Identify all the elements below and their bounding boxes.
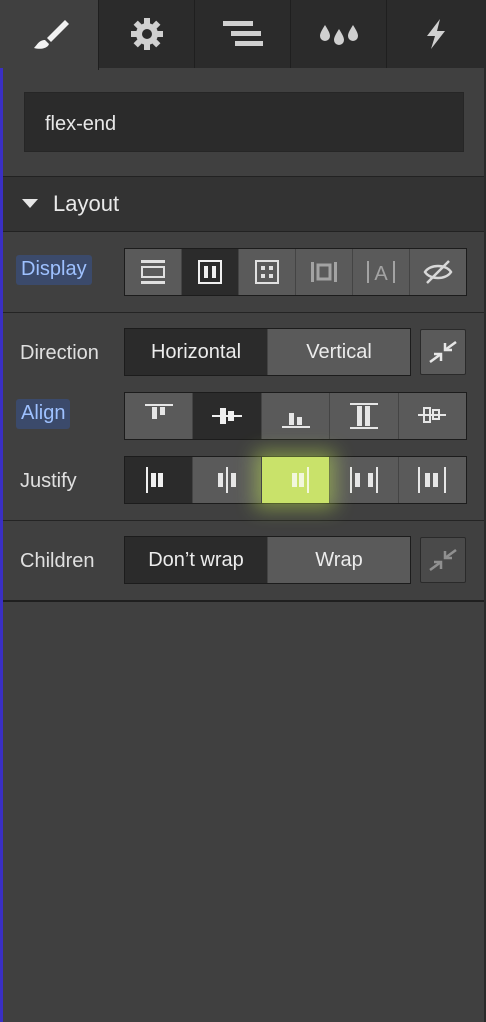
justify-end-icon [291,467,309,493]
flex-icon [198,260,222,284]
children-wrap-button[interactable]: Wrap [267,537,410,583]
justify-label: Justify [20,470,77,492]
selector-field[interactable]: flex-end [24,92,464,152]
tab-settings[interactable] [99,0,195,68]
display-grid-button[interactable] [238,249,295,295]
justify-end-button[interactable] [260,457,330,503]
reverse-wrap-button[interactable] [420,537,466,583]
children-wrap-label: Wrap [315,548,363,571]
children-dont-wrap-label: Don’t wrap [148,548,244,571]
tab-lightning[interactable] [387,0,484,68]
panel-tab-bar [3,0,484,70]
reverse-arrows-icon [429,340,457,364]
divider [3,312,484,313]
align-center-icon [212,408,243,424]
display-flex-button[interactable] [181,249,238,295]
children-label: Children [20,550,95,572]
display-segmented-control: A [124,248,467,296]
justify-space-around-icon [418,467,447,493]
align-label[interactable]: Align [16,399,71,429]
section-bottom-divider [3,600,484,602]
direction-horizontal-label: Horizontal [150,340,242,363]
grid-icon [255,260,279,284]
inline-block-icon [311,262,337,282]
tab-interactions[interactable] [291,0,387,68]
inline-icon: A [367,261,395,285]
direction-horizontal-button[interactable]: Horizontal [125,329,267,375]
direction-vertical-label: Vertical [306,340,372,363]
divider [3,520,484,521]
reverse-direction-button[interactable] [420,329,466,375]
align-stretch-icon [349,403,378,429]
align-end-button[interactable] [260,393,330,439]
display-none-button[interactable] [409,249,466,295]
align-baseline-button[interactable] [397,393,467,439]
align-start-icon [144,404,173,419]
align-segmented-control [124,392,467,440]
selector-value: flex-end [45,113,117,135]
display-inline-button[interactable]: A [352,249,409,295]
direction-label: Direction [20,342,99,364]
gear-icon [130,18,163,50]
justify-space-between-icon [349,467,378,493]
align-end-icon [281,413,310,428]
justify-space-around-button[interactable] [397,457,467,503]
reverse-arrows-icon [429,548,457,572]
tab-style[interactable] [3,0,99,70]
collapse-triangle-icon[interactable] [22,199,38,208]
justify-space-between-button[interactable] [329,457,398,503]
align-center-button[interactable] [192,393,261,439]
justify-center-button[interactable] [192,457,261,503]
navigator-icon [222,21,263,46]
align-baseline-icon [418,407,447,423]
layout-section-header[interactable]: Layout [3,176,484,232]
align-stretch-button[interactable] [329,393,398,439]
block-icon [141,260,165,284]
justify-start-icon [145,467,163,493]
display-inline-block-button[interactable] [295,249,352,295]
brush-icon [33,20,69,49]
lightning-icon [426,19,445,49]
section-title: Layout [53,191,120,216]
justify-center-icon [218,467,237,493]
drops-icon [319,25,358,45]
align-start-button[interactable] [125,393,193,439]
children-dont-wrap-button[interactable]: Don’t wrap [125,537,267,583]
display-label[interactable]: Display [16,255,92,285]
none-icon [423,260,453,284]
tab-navigator[interactable] [195,0,291,68]
svg-text:A: A [374,263,388,285]
display-block-button[interactable] [125,249,181,295]
justify-start-button[interactable] [125,457,193,503]
justify-segmented-control [124,456,467,504]
children-segmented-control: Don’t wrap Wrap [124,536,411,584]
direction-vertical-button[interactable]: Vertical [267,329,410,375]
direction-segmented-control: Horizontal Vertical [124,328,411,376]
